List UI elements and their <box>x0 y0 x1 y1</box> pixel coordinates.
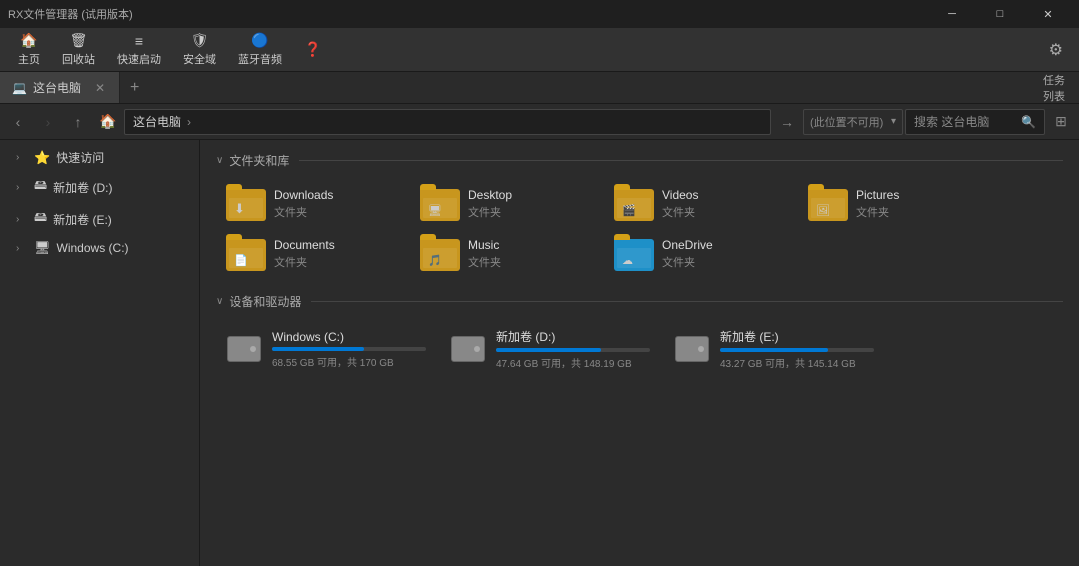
sidebar-item-quickaccess[interactable]: › ⭐ 快速访问 <box>0 144 199 171</box>
tab-right-area: 任务列表 <box>1043 72 1079 103</box>
folder-icon: 📄 <box>226 239 266 271</box>
sidebar-item-windowsc[interactable]: › 🖥 Windows (C:) <box>0 235 199 261</box>
tab-close-button[interactable]: ✕ <box>93 81 107 95</box>
hdd-icon <box>675 336 709 362</box>
tab-bar: 💻 这台电脑 ✕ + 任务列表 <box>0 72 1079 104</box>
folder-grid: ⬇ Downloads 文件夹 🖥 Desktop 文件夹 <box>216 181 1063 277</box>
window-title: RX文件管理器 (试用版本) <box>8 6 929 22</box>
minimize-button[interactable]: ─ <box>929 0 975 28</box>
expand-icon: › <box>16 214 28 225</box>
ribbon-safezone[interactable]: 🛡 安全域 <box>173 28 226 71</box>
drive-windowsc[interactable]: Windows (C:) 68.55 GB 可用，共 170 GB <box>216 322 436 376</box>
hdd-icon <box>227 336 261 362</box>
drives-section-header: ∨ 设备和驱动器 <box>216 293 1063 310</box>
home-icon: 🏠 <box>20 32 37 49</box>
address-arrow-button[interactable]: → <box>773 108 801 136</box>
ribbon: 🏠 主页 🗑 回收站 ≡ 快速启动 🛡 安全域 🔵 蓝牙音频 ❓ ⚙ <box>0 28 1079 72</box>
windowsc-icon: 🖥 <box>34 240 51 256</box>
expand-icon: › <box>16 243 28 254</box>
folder-icon: ⬇ <box>226 189 266 221</box>
quickaccess-icon: ⭐ <box>34 150 50 166</box>
location-dropdown[interactable]: (此位置不可用) ▾ <box>803 109 903 135</box>
tab-thispc[interactable]: 💻 这台电脑 ✕ <box>0 72 120 103</box>
folders-section-header: ∨ 文件夹和库 <box>216 152 1063 169</box>
folder-icon: 🖥 <box>420 189 460 221</box>
quicklaunch-icon: ≡ <box>135 33 143 49</box>
back-button[interactable]: ‹ <box>4 108 32 136</box>
window-controls: ─ □ ✕ <box>929 0 1071 28</box>
folders-chevron-icon: ∨ <box>216 155 223 166</box>
recycle-icon: 🗑 <box>70 32 88 49</box>
folder-overlay-icon: ⬇ <box>234 201 245 217</box>
folder-overlay-icon: ☁ <box>622 254 633 267</box>
search-box[interactable]: 搜索 这台电脑 🔍 <box>905 109 1045 135</box>
folder-music[interactable]: 🎵 Music 文件夹 <box>410 231 600 277</box>
folder-overlay-icon: 🖼 <box>816 204 830 217</box>
sidebar-item-newd[interactable]: › 🖴 新加卷 (D:) <box>0 171 199 203</box>
folder-overlay-icon: 🎬 <box>622 204 636 217</box>
drive-bar <box>496 348 601 352</box>
drive-bar <box>272 347 364 351</box>
safezone-icon: 🛡 <box>191 32 209 49</box>
drive-newe[interactable]: 新加卷 (E:) 43.27 GB 可用，共 145.14 GB <box>664 322 884 376</box>
folder-documents[interactable]: 📄 Documents 文件夹 <box>216 231 406 277</box>
ribbon-bluetooth[interactable]: 🔵 蓝牙音频 <box>228 28 292 71</box>
close-button[interactable]: ✕ <box>1025 0 1071 28</box>
folder-overlay-icon: 🎵 <box>428 254 442 267</box>
address-path[interactable]: 这台电脑 › <box>124 109 771 135</box>
folder-overlay-icon: 📄 <box>234 254 248 267</box>
sidebar-item-newe[interactable]: › 🖴 新加卷 (E:) <box>0 203 199 235</box>
folder-overlay-icon: 🖥 <box>428 204 442 217</box>
view-options-button[interactable]: ⊞ <box>1047 108 1075 136</box>
home-address-button[interactable]: 🏠 <box>94 108 122 136</box>
folder-icon: 🎬 <box>614 189 654 221</box>
ribbon-home[interactable]: 🏠 主页 <box>8 28 50 71</box>
settings-button[interactable]: ⚙ <box>1041 36 1071 64</box>
drive-newd[interactable]: 新加卷 (D:) 47.64 GB 可用，共 148.19 GB <box>440 322 660 376</box>
folder-videos[interactable]: 🎬 Videos 文件夹 <box>604 181 794 227</box>
drive-bar <box>720 348 828 352</box>
drive-grid: Windows (C:) 68.55 GB 可用，共 170 GB 新加卷 (D… <box>216 322 1063 376</box>
folder-icon: 🎵 <box>420 239 460 271</box>
bluetooth-icon: 🔵 <box>251 32 268 49</box>
drives-chevron-icon: ∨ <box>216 296 223 307</box>
main-layout: › ⭐ 快速访问 › 🖴 新加卷 (D:) › 🖴 新加卷 (E:) › 🖥 W… <box>0 140 1079 566</box>
task-list-button[interactable]: 任务列表 <box>1043 72 1075 104</box>
search-icon: 🔍 <box>1021 115 1036 129</box>
folder-icon: 🖼 <box>808 189 848 221</box>
folder-icon: ☁ <box>614 239 654 271</box>
dropdown-chevron-icon: ▾ <box>891 116 896 127</box>
newe-icon: 🖴 <box>34 208 47 230</box>
folder-downloads[interactable]: ⬇ Downloads 文件夹 <box>216 181 406 227</box>
help-icon: ❓ <box>304 41 321 58</box>
newd-icon: 🖴 <box>34 176 47 198</box>
folder-desktop[interactable]: 🖥 Desktop 文件夹 <box>410 181 600 227</box>
forward-button[interactable]: › <box>34 108 62 136</box>
content-area: ∨ 文件夹和库 ⬇ Downloads 文件夹 <box>200 140 1079 566</box>
sidebar: › ⭐ 快速访问 › 🖴 新加卷 (D:) › 🖴 新加卷 (E:) › 🖥 W… <box>0 140 200 566</box>
expand-icon: › <box>16 152 28 163</box>
folder-onedrive[interactable]: ☁ OneDrive 文件夹 <box>604 231 794 277</box>
maximize-button[interactable]: □ <box>977 0 1023 28</box>
address-bar: ‹ › ↑ 🏠 这台电脑 › → (此位置不可用) ▾ 搜索 这台电脑 🔍 ⊞ <box>0 104 1079 140</box>
hdd-icon <box>451 336 485 362</box>
thispc-tab-icon: 💻 <box>12 81 27 95</box>
title-bar: RX文件管理器 (试用版本) ─ □ ✕ <box>0 0 1079 28</box>
ribbon-quicklaunch[interactable]: ≡ 快速启动 <box>107 29 171 71</box>
up-button[interactable]: ↑ <box>64 108 92 136</box>
ribbon-help[interactable]: ❓ <box>294 37 331 62</box>
folder-pictures[interactable]: 🖼 Pictures 文件夹 <box>798 181 988 227</box>
address-right: (此位置不可用) ▾ 搜索 这台电脑 🔍 ⊞ <box>803 108 1075 136</box>
new-tab-button[interactable]: + <box>120 72 149 103</box>
expand-icon: › <box>16 182 28 193</box>
ribbon-recycle[interactable]: 🗑 回收站 <box>52 28 105 71</box>
